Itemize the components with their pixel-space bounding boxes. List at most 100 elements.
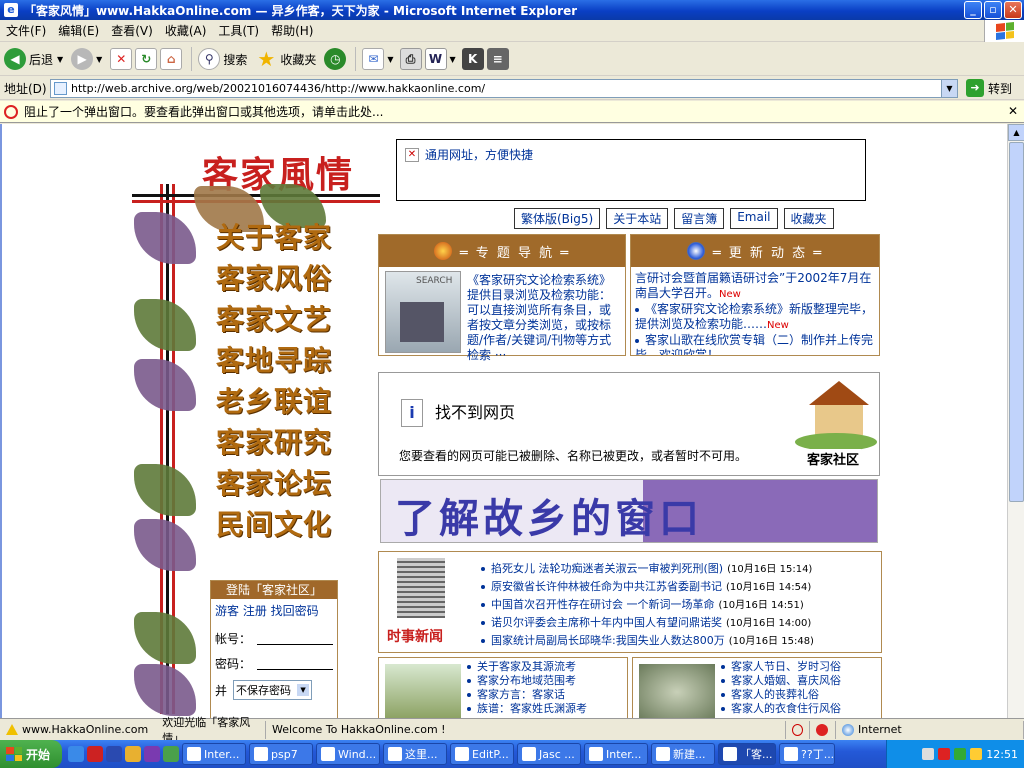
nav-hakka-arts[interactable]: 客家文艺 — [216, 298, 332, 338]
account-field[interactable] — [257, 633, 333, 645]
home-icon[interactable]: ⌂ — [160, 48, 183, 70]
tray-app-icon[interactable] — [922, 748, 935, 760]
task-button[interactable]: 这里... — [383, 743, 448, 765]
edit-dropdown-icon[interactable]: ▼ — [450, 55, 456, 64]
scroll-thumb[interactable] — [1009, 142, 1024, 502]
update-item[interactable]: 言研讨会暨首届籁语研讨会”于2002年7月在南昌大学召开。New — [635, 271, 875, 302]
back-button[interactable]: ◀ 后退 ▼ — [4, 48, 63, 70]
address-url: http://web.archive.org/web/2002101607443… — [71, 82, 486, 95]
back-dropdown-icon[interactable]: ▼ — [57, 55, 63, 64]
task-button[interactable]: 新建... — [651, 743, 716, 765]
news-item[interactable]: 原安徽省长许仲林被任命为中共江苏省委副书记 (10月16日 14:54) — [481, 578, 814, 596]
task-button[interactable]: Wind... — [316, 743, 381, 765]
discuss-icon[interactable]: K — [461, 48, 484, 70]
keyword-text[interactable]: 通用网址，方便快捷 — [425, 146, 533, 163]
menu-file[interactable]: 文件(F) — [6, 22, 46, 39]
forward-button[interactable]: ▶ ▼ — [71, 48, 102, 70]
menu-help[interactable]: 帮助(H) — [271, 22, 313, 39]
favorites-button[interactable]: ★ 收藏夹 — [255, 47, 316, 71]
minimize-button[interactable]: _ — [964, 1, 982, 19]
nav-folk-culture[interactable]: 民间文化 — [216, 503, 332, 543]
news-item[interactable]: 国家统计局副局长邱晓华:我国失业人数达800万 (10月16日 15:48) — [481, 632, 814, 650]
history-icon[interactable]: ◷ — [324, 48, 347, 70]
word-quicklaunch-icon[interactable] — [106, 746, 123, 762]
windows-flag-icon — [984, 20, 1024, 42]
task-button[interactable]: Inter... — [584, 743, 649, 765]
title-bar[interactable]: e 「客家风情」www.HakkaOnline.com — 异乡作客，天下为家 … — [0, 0, 1024, 20]
news-item[interactable]: 中国首次召开性存在研讨会 一个新词一场革命 (10月16日 14:51) — [481, 596, 814, 614]
community-house-icon[interactable]: 客家社区 — [795, 377, 877, 471]
link-big5[interactable]: 繁体版(Big5) — [514, 208, 601, 229]
ie-quicklaunch-icon[interactable] — [68, 746, 85, 762]
task-button[interactable]: ??丁... — [779, 743, 836, 765]
nav-about-hakka[interactable]: 关于客家 — [216, 216, 332, 256]
close-button[interactable]: ✕ — [1004, 1, 1022, 19]
link-about-site[interactable]: 关于本站 — [606, 208, 669, 229]
print-icon[interactable]: ⎙ — [399, 48, 422, 70]
task-button-active[interactable]: 「客... — [718, 743, 777, 765]
app2-quicklaunch-icon[interactable] — [144, 746, 161, 762]
app-quicklaunch-icon[interactable] — [87, 746, 104, 762]
popup-status-icon[interactable] — [792, 723, 803, 736]
top-links: 繁体版(Big5) 关于本站 留言簿 Email 收藏夹 — [514, 208, 834, 229]
mail-icon[interactable]: ✉ — [362, 48, 385, 70]
app3-quicklaunch-icon[interactable] — [163, 746, 180, 762]
menu-favorites[interactable]: 收藏(A) — [165, 22, 207, 39]
update-item[interactable]: 客家山歌在线欣赏专辑（二）制作并上传完毕，欢迎欣赏！ — [635, 333, 875, 355]
tray-network-icon[interactable] — [954, 748, 967, 760]
origin-link[interactable]: 客家方言：客家话 — [467, 688, 587, 702]
stop-icon[interactable]: ✕ — [110, 48, 133, 70]
task-button[interactable]: psp7 — [249, 743, 314, 765]
go-button[interactable]: ➜ 转到 — [966, 79, 1012, 97]
origin-link[interactable]: 客家分布地域范围考 — [467, 674, 587, 688]
mail-dropdown-icon[interactable]: ▼ — [387, 55, 393, 64]
menu-view[interactable]: 查看(V) — [111, 22, 153, 39]
origin-link[interactable]: 关于客家及其源流考 — [467, 660, 587, 674]
link-guestbook[interactable]: 留言簿 — [674, 208, 725, 229]
popup-blocked-bar[interactable]: 阻止了一个弹出窗口。要查看此弹出窗口或其他选项，请单击此处... ✕ — [0, 101, 1024, 123]
edit-icon[interactable]: W — [424, 48, 447, 70]
nav-hakka-forum[interactable]: 客家论坛 — [216, 462, 332, 502]
hometown-banner[interactable]: 了解故乡的窗口 — [380, 479, 878, 543]
task-button[interactable]: EditP... — [450, 743, 515, 765]
news-item[interactable]: 掐死女儿 法轮功痴迷者关淑云一审被判死刑(图) (10月16日 15:14) — [481, 560, 814, 578]
search-button[interactable]: ⚲ 搜索 — [198, 48, 247, 70]
guide-text[interactable]: 《客家研究文论检索系统》提供目录浏览及检索功能：可以直接浏览所有条目，或者按文章… — [467, 273, 621, 363]
maximize-button[interactable]: ▫ — [984, 1, 1002, 19]
update-item[interactable]: 《客家研究文论检索系统》新版整理完毕，提供浏览及检索功能……New — [635, 302, 875, 333]
folder-quicklaunch-icon[interactable] — [125, 746, 142, 762]
task-button[interactable]: Jasc ... — [517, 743, 582, 765]
privacy-icon[interactable] — [816, 723, 828, 736]
forward-dropdown-icon[interactable]: ▼ — [96, 55, 102, 64]
task-button[interactable]: Inter... — [182, 743, 247, 765]
tray-volume-icon[interactable] — [970, 748, 983, 760]
login-links[interactable]: 游客 注册 找回密码 — [211, 599, 337, 622]
news-item[interactable]: 诺贝尔评委会主席称十年内中国人有望问鼎诺奖 (10月16日 14:00) — [481, 614, 814, 632]
globe-icon — [686, 242, 705, 260]
link-favorites[interactable]: 收藏夹 — [783, 208, 834, 229]
close-notice-icon[interactable]: ✕ — [1008, 104, 1018, 118]
link-email[interactable]: Email — [730, 208, 778, 229]
address-input[interactable]: http://web.archive.org/web/2002101607443… — [50, 79, 958, 98]
refresh-icon[interactable]: ↻ — [135, 48, 158, 70]
customs-link[interactable]: 客家人婚姻、喜庆风俗 — [721, 674, 841, 688]
menu-edit[interactable]: 编辑(E) — [58, 22, 99, 39]
origin-link[interactable]: 族谱：客家姓氏渊源考 — [467, 702, 587, 716]
password-field[interactable] — [257, 658, 333, 670]
nav-hakka-customs[interactable]: 客家风俗 — [216, 257, 332, 297]
nav-hakka-research[interactable]: 客家研究 — [216, 421, 332, 461]
start-button[interactable]: 开始 — [0, 740, 63, 768]
clock[interactable]: 12:51 — [986, 748, 1018, 761]
menu-tools[interactable]: 工具(T) — [218, 22, 259, 39]
scroll-up-icon[interactable]: ▲ — [1008, 124, 1024, 141]
winzip-icon[interactable]: ≡ — [486, 48, 509, 70]
address-dropdown-icon[interactable]: ▼ — [941, 80, 957, 97]
nav-hakka-places[interactable]: 客地寻踪 — [216, 339, 332, 379]
remember-select[interactable]: 不保存密码 ▼ — [233, 680, 313, 700]
customs-link[interactable]: 客家人的丧葬礼俗 — [721, 688, 841, 702]
customs-link[interactable]: 客家人的衣食住行风俗 — [721, 702, 841, 716]
vertical-scrollbar[interactable]: ▲ — [1007, 124, 1024, 718]
customs-link[interactable]: 客家人节日、岁时习俗 — [721, 660, 841, 674]
nav-fellowship[interactable]: 老乡联谊 — [216, 380, 332, 420]
tray-antivirus-icon[interactable] — [938, 748, 951, 760]
